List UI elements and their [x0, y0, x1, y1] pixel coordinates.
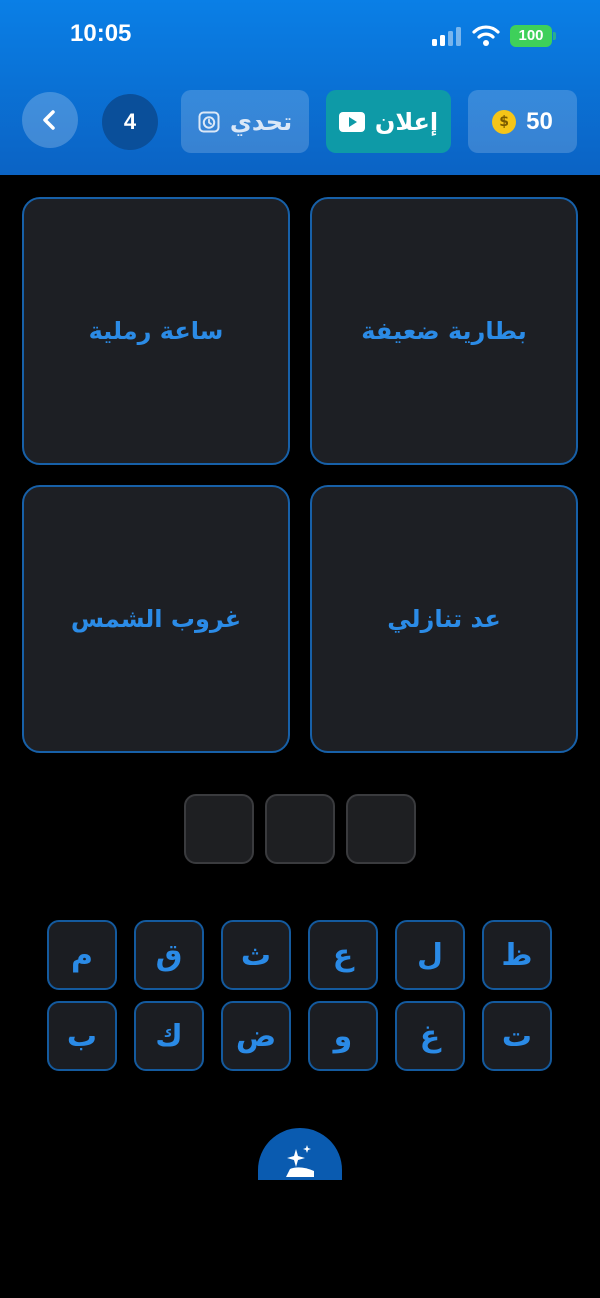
answer-slot[interactable]: [265, 794, 335, 864]
timer-icon: [198, 111, 220, 132]
challenge-button[interactable]: تحدي: [181, 90, 309, 153]
letter-key[interactable]: ع: [308, 920, 378, 990]
cellular-signal-icon: [432, 27, 461, 46]
letter-key[interactable]: ت: [482, 1001, 552, 1071]
hint-button[interactable]: [258, 1128, 342, 1180]
ad-label: إعلان: [374, 107, 439, 136]
letter-key[interactable]: ك: [134, 1001, 204, 1071]
clue-card: عد تنازلي: [310, 485, 578, 753]
letter-key[interactable]: ق: [134, 920, 204, 990]
letter-key[interactable]: ب: [47, 1001, 117, 1071]
letter-key[interactable]: غ: [395, 1001, 465, 1071]
sparkles-icon: [286, 1145, 314, 1177]
clue-card: بطارية ضعيفة: [310, 197, 578, 465]
coins-count: 50: [526, 107, 553, 135]
play-icon: [338, 111, 365, 132]
clue-text: عد تنازلي: [387, 605, 501, 633]
letter-key[interactable]: و: [308, 1001, 378, 1071]
clue-text: بطارية ضعيفة: [361, 317, 527, 345]
status-time: 10:05: [70, 20, 132, 47]
level-badge: 4: [102, 94, 158, 150]
status-bar: 10:05 100: [0, 0, 600, 72]
back-button[interactable]: [22, 92, 78, 148]
letter-key[interactable]: ث: [221, 920, 291, 990]
letter-key[interactable]: ل: [395, 920, 465, 990]
header: 10:05 100 4 تحدي إعلان $ 50: [0, 0, 600, 175]
battery-indicator: 100: [510, 25, 552, 47]
wifi-icon: [472, 25, 500, 46]
answer-slot[interactable]: [346, 794, 416, 864]
clue-text: غروب الشمس: [70, 605, 242, 633]
clue-card: غروب الشمس: [22, 485, 290, 753]
battery-tip: [553, 32, 556, 40]
coins-button[interactable]: $ 50: [468, 90, 577, 153]
challenge-label: تحدي: [229, 107, 293, 136]
clue-card: ساعة رملية: [22, 197, 290, 465]
answer-slot[interactable]: [184, 794, 254, 864]
letter-key[interactable]: م: [47, 920, 117, 990]
clue-text: ساعة رملية: [88, 317, 224, 345]
letter-key[interactable]: ظ: [482, 920, 552, 990]
watch-ad-button[interactable]: إعلان: [326, 90, 451, 153]
chevron-left-icon: [43, 110, 55, 130]
letter-key[interactable]: ض: [221, 1001, 291, 1071]
coin-icon: $: [492, 109, 517, 134]
